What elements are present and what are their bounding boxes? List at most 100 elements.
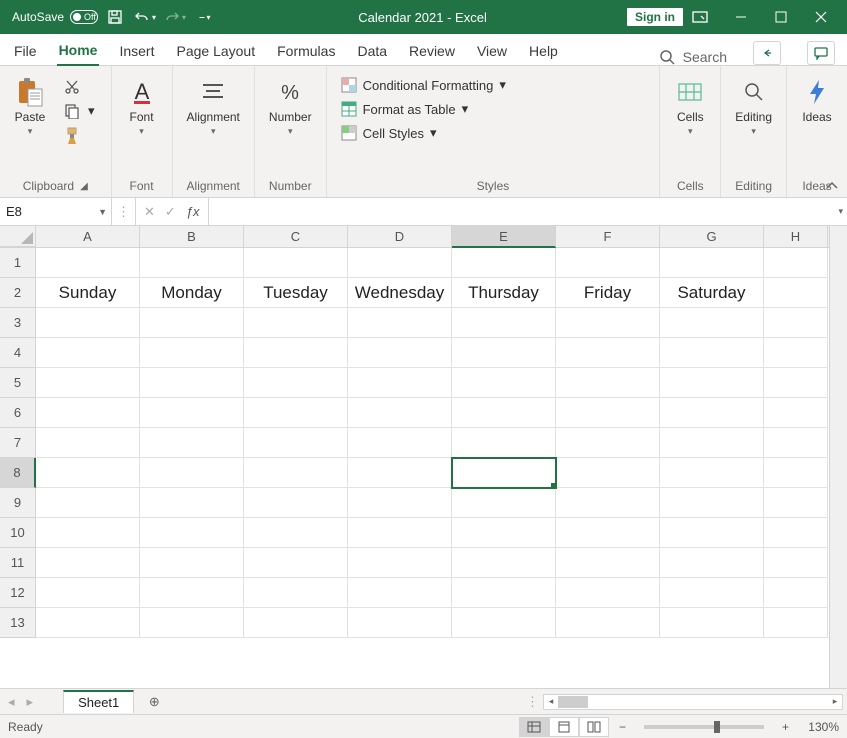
cell-F4[interactable] [556,338,660,368]
row-header-10[interactable]: 10 [0,518,36,548]
column-header-G[interactable]: G [660,226,764,247]
normal-view-button[interactable] [519,717,549,737]
chevron-down-icon[interactable]: ▼ [98,207,107,217]
cell-G1[interactable] [660,248,764,278]
sheet-tab[interactable]: Sheet1 [63,690,134,713]
row-header-3[interactable]: 3 [0,308,36,338]
cell-D13[interactable] [348,608,452,638]
cell-G2[interactable]: Saturday [660,278,764,308]
page-layout-view-button[interactable] [549,717,579,737]
column-header-E[interactable]: E [452,226,556,248]
copy-button[interactable]: ▾ [58,100,101,122]
cell-D11[interactable] [348,548,452,578]
cell-C2[interactable]: Tuesday [244,278,348,308]
cancel-formula-icon[interactable]: ✕ [144,204,155,220]
cell-styles-button[interactable]: Cell Styles▾ [335,122,652,144]
undo-icon[interactable]: ▾ [132,4,158,30]
row-header-8[interactable]: 8 [0,458,36,488]
cell-H10[interactable] [764,518,828,548]
cell-C6[interactable] [244,398,348,428]
cell-B3[interactable] [140,308,244,338]
cell-C11[interactable] [244,548,348,578]
vertical-scrollbar[interactable] [829,226,847,688]
select-all-corner[interactable] [0,226,36,247]
maximize-button[interactable] [761,4,801,30]
cell-C8[interactable] [244,458,348,488]
customize-qat-icon[interactable]: ⎯▾ [192,4,218,30]
cell-D7[interactable] [348,428,452,458]
cell-C3[interactable] [244,308,348,338]
cell-A6[interactable] [36,398,140,428]
cell-B2[interactable]: Monday [140,278,244,308]
column-header-C[interactable]: C [244,226,348,247]
zoom-out-button[interactable]: − [619,720,626,734]
scroll-left-icon[interactable]: ◂ [544,695,558,709]
cell-D9[interactable] [348,488,452,518]
cell-A12[interactable] [36,578,140,608]
cell-G13[interactable] [660,608,764,638]
cell-A4[interactable] [36,338,140,368]
cell-E5[interactable] [452,368,556,398]
sheet-nav-prev[interactable]: ◂ [4,694,19,710]
cell-H8[interactable] [764,458,828,488]
zoom-in-button[interactable]: + [782,720,789,734]
cell-B4[interactable] [140,338,244,368]
cell-C5[interactable] [244,368,348,398]
cell-G8[interactable] [660,458,764,488]
row-header-12[interactable]: 12 [0,578,36,608]
cell-B9[interactable] [140,488,244,518]
row-header-13[interactable]: 13 [0,608,36,638]
cell-C7[interactable] [244,428,348,458]
minimize-button[interactable] [721,4,761,30]
tab-view[interactable]: View [475,37,509,65]
column-header-F[interactable]: F [556,226,660,247]
zoom-slider[interactable] [644,725,764,729]
alignment-dropdown[interactable]: Alignment ▾ [181,74,246,139]
cell-B1[interactable] [140,248,244,278]
cell-F12[interactable] [556,578,660,608]
number-dropdown[interactable]: % Number ▾ [263,74,318,139]
cell-G10[interactable] [660,518,764,548]
cell-D1[interactable] [348,248,452,278]
cell-H6[interactable] [764,398,828,428]
cell-F6[interactable] [556,398,660,428]
tab-help[interactable]: Help [527,37,560,65]
redo-icon[interactable]: ▾ [162,4,188,30]
cell-H4[interactable] [764,338,828,368]
cell-A3[interactable] [36,308,140,338]
cell-A7[interactable] [36,428,140,458]
cell-A13[interactable] [36,608,140,638]
editing-dropdown[interactable]: Editing ▾ [729,74,778,139]
cell-E9[interactable] [452,488,556,518]
cell-D12[interactable] [348,578,452,608]
column-header-D[interactable]: D [348,226,452,247]
cell-D3[interactable] [348,308,452,338]
cell-B7[interactable] [140,428,244,458]
cell-C1[interactable] [244,248,348,278]
scroll-thumb[interactable] [558,696,588,708]
cell-C9[interactable] [244,488,348,518]
tab-data[interactable]: Data [355,37,389,65]
cell-F13[interactable] [556,608,660,638]
cell-H11[interactable] [764,548,828,578]
sheet-nav-next[interactable]: ▸ [23,694,38,710]
row-header-6[interactable]: 6 [0,398,36,428]
cell-H2[interactable] [764,278,828,308]
expand-formula-icon[interactable]: ▾ [838,206,843,217]
cell-E12[interactable] [452,578,556,608]
cell-H5[interactable] [764,368,828,398]
cell-H3[interactable] [764,308,828,338]
tab-file[interactable]: File [12,37,39,65]
cell-F5[interactable] [556,368,660,398]
cell-E10[interactable] [452,518,556,548]
cell-A11[interactable] [36,548,140,578]
horizontal-scrollbar[interactable]: ◂ ▸ [543,694,843,710]
format-painter-button[interactable] [58,124,101,148]
collapse-ribbon-icon[interactable] [825,181,839,191]
cell-C13[interactable] [244,608,348,638]
search-box[interactable]: Search [659,49,727,65]
toggle-switch[interactable]: Off [70,10,98,24]
cell-H13[interactable] [764,608,828,638]
row-header-5[interactable]: 5 [0,368,36,398]
cell-A5[interactable] [36,368,140,398]
